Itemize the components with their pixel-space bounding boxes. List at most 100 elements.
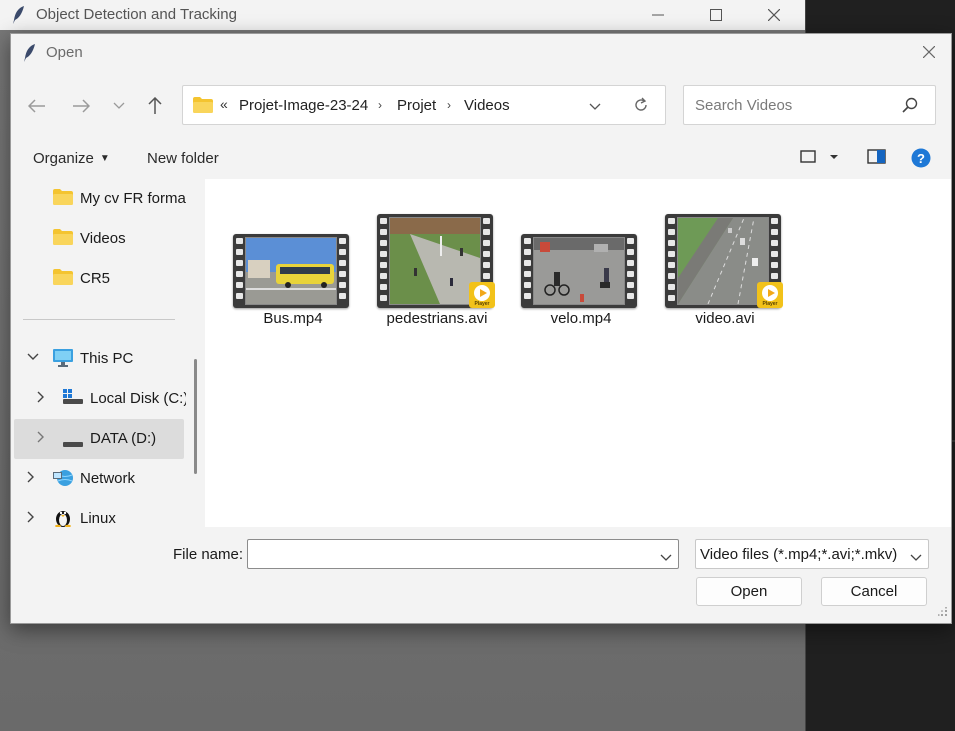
file-name: velo.mp4 bbox=[550, 310, 612, 327]
up-button[interactable] bbox=[143, 94, 167, 118]
organize-button[interactable]: Organize ▼ bbox=[33, 150, 110, 167]
recent-locations-button[interactable] bbox=[107, 94, 131, 118]
help-button[interactable]: ? bbox=[911, 148, 931, 171]
thumbnail-image bbox=[389, 217, 481, 305]
navigation-pane: My cv FR format Videos CR5 This PC Local… bbox=[11, 179, 186, 527]
search-box[interactable]: Search Videos bbox=[683, 85, 936, 125]
expand-chevron-icon[interactable] bbox=[27, 352, 39, 364]
file-name: pedestrians.avi bbox=[386, 310, 488, 327]
close-icon bbox=[923, 46, 935, 58]
file-item-video[interactable]: Player video.avi bbox=[665, 214, 795, 334]
file-item-velo[interactable]: velo.mp4 bbox=[521, 214, 651, 334]
tree-item-network[interactable]: Network bbox=[11, 459, 186, 499]
feather-icon bbox=[12, 5, 26, 28]
film-holes bbox=[627, 238, 636, 304]
organize-label: Organize bbox=[33, 150, 94, 167]
tree-item-label: Videos bbox=[80, 230, 126, 247]
monitor-icon bbox=[53, 349, 73, 370]
breadcrumb-separator-icon[interactable]: › bbox=[378, 98, 382, 112]
file-item-bus[interactable]: Bus.mp4 bbox=[233, 214, 363, 334]
new-folder-button[interactable]: New folder bbox=[147, 150, 219, 167]
folder-icon bbox=[193, 97, 213, 116]
preview-pane-button[interactable] bbox=[867, 149, 887, 168]
windows-drive-icon bbox=[63, 389, 83, 408]
breadcrumb-videos[interactable]: Videos bbox=[464, 97, 510, 114]
maximize-button[interactable] bbox=[693, 0, 739, 30]
address-dropdown-button[interactable] bbox=[589, 98, 601, 114]
background-window-title: Object Detection and Tracking bbox=[36, 6, 237, 23]
feather-icon bbox=[23, 43, 37, 66]
player-badge: Player bbox=[757, 282, 783, 308]
badge-label: Player bbox=[474, 301, 490, 307]
minimize-button[interactable] bbox=[635, 0, 681, 30]
chevron-down-icon bbox=[589, 103, 601, 110]
navigation-row: « Projet-Image-23-24 › Projet › Videos S… bbox=[11, 82, 951, 130]
thumbnail-image bbox=[245, 237, 337, 305]
arrow-up-icon bbox=[148, 97, 162, 114]
breadcrumb-projet[interactable]: Projet bbox=[397, 97, 436, 114]
arrow-right-icon bbox=[73, 99, 90, 113]
resize-grip-icon[interactable] bbox=[938, 604, 948, 620]
chevron-down-icon bbox=[113, 102, 125, 109]
folder-icon bbox=[53, 189, 73, 208]
breadcrumb-projet-image[interactable]: Projet-Image-23-24 bbox=[239, 97, 368, 114]
dialog-footer: File name: Video files (*.mp4;*.avi;*.mk… bbox=[11, 527, 951, 623]
view-options-button[interactable] bbox=[800, 149, 842, 168]
thumbnail-image bbox=[533, 237, 625, 305]
tree-item-this-pc[interactable]: This PC bbox=[11, 339, 186, 379]
background-close-button[interactable] bbox=[751, 0, 797, 30]
background-title-bar[interactable]: Object Detection and Tracking bbox=[0, 0, 805, 30]
preview-pane-icon bbox=[867, 149, 886, 164]
file-name: Bus.mp4 bbox=[263, 310, 323, 327]
cancel-button[interactable]: Cancel bbox=[821, 577, 927, 606]
file-item-pedestrians[interactable]: Player pedestrians.avi bbox=[377, 214, 507, 334]
video-thumbnail bbox=[521, 234, 637, 308]
expand-chevron-icon[interactable] bbox=[37, 431, 45, 446]
pane-splitter[interactable] bbox=[187, 179, 205, 527]
film-holes bbox=[380, 218, 389, 306]
file-name-input[interactable] bbox=[247, 539, 679, 569]
file-name-dropdown-button[interactable] bbox=[660, 549, 672, 565]
help-icon: ? bbox=[911, 148, 931, 168]
dialog-close-button[interactable] bbox=[907, 34, 951, 70]
caret-down-icon: ▼ bbox=[99, 153, 110, 164]
network-icon bbox=[53, 469, 75, 490]
video-thumbnail bbox=[233, 234, 349, 308]
dialog-title-bar[interactable]: Open bbox=[11, 34, 951, 70]
file-name: video.avi bbox=[695, 310, 755, 327]
file-list: Bus.mp4 Player pedestrians.avi velo.mp4 … bbox=[205, 179, 951, 527]
tree-divider bbox=[23, 319, 175, 320]
open-file-dialog: Open « Projet-Image-23-24 › Projet › Vid… bbox=[10, 33, 952, 624]
tree-item-cr5[interactable]: CR5 bbox=[11, 259, 186, 299]
tree-item-label: My cv FR format bbox=[80, 190, 186, 207]
tree-item-label: This PC bbox=[80, 350, 134, 367]
breadcrumb-separator-icon[interactable]: › bbox=[447, 98, 451, 112]
breadcrumb-overflow[interactable]: « bbox=[220, 96, 228, 112]
address-bar[interactable]: « Projet-Image-23-24 › Projet › Videos bbox=[182, 85, 666, 125]
navigation-scrollbar[interactable] bbox=[194, 359, 197, 474]
search-icon bbox=[902, 97, 918, 116]
file-type-select[interactable]: Video files (*.mp4;*.avi;*.mkv) bbox=[695, 539, 929, 569]
folder-icon bbox=[53, 269, 73, 288]
tree-item-label: Network bbox=[80, 470, 136, 487]
tree-item-local-disk[interactable]: Local Disk (C:) bbox=[11, 379, 186, 419]
tree-item-label: Linux bbox=[80, 510, 116, 527]
tree-item-label: DATA (D:) bbox=[90, 430, 157, 447]
expand-chevron-icon[interactable] bbox=[37, 391, 45, 406]
forward-button[interactable] bbox=[69, 94, 93, 118]
refresh-button[interactable] bbox=[633, 97, 649, 116]
tree-item-linux[interactable]: Linux bbox=[11, 499, 186, 527]
tree-item-videos[interactable]: Videos bbox=[11, 219, 186, 259]
expand-chevron-icon[interactable] bbox=[27, 471, 35, 486]
expand-chevron-icon[interactable] bbox=[27, 511, 35, 526]
tree-item-data-d[interactable]: DATA (D:) bbox=[14, 419, 184, 459]
refresh-icon bbox=[635, 97, 647, 111]
back-button[interactable] bbox=[25, 94, 49, 118]
command-bar: Organize ▼ New folder ? bbox=[11, 139, 951, 179]
tree-item-my-cv[interactable]: My cv FR format bbox=[11, 179, 186, 219]
linux-icon bbox=[54, 507, 72, 527]
film-holes bbox=[339, 238, 348, 304]
search-input[interactable]: Search Videos bbox=[695, 97, 792, 114]
film-holes bbox=[236, 238, 245, 304]
open-button[interactable]: Open bbox=[696, 577, 802, 606]
